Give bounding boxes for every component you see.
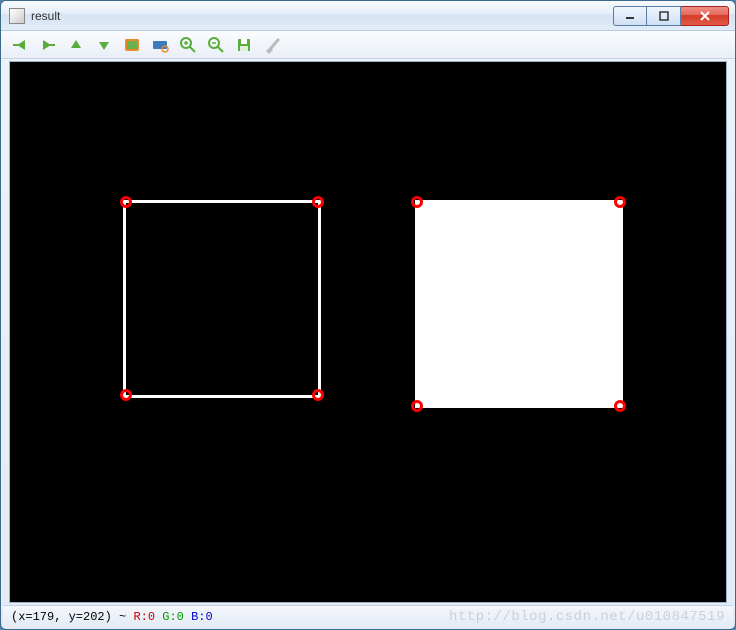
minimize-button[interactable] (613, 6, 647, 26)
home-icon[interactable] (121, 34, 143, 56)
pixel-r: R:0 (133, 610, 155, 624)
zoom-out-icon[interactable] (205, 34, 227, 56)
zoom-in-icon[interactable] (177, 34, 199, 56)
filled-square (415, 200, 623, 408)
corner-marker (614, 196, 626, 208)
app-icon (9, 8, 25, 24)
pan-icon[interactable] (149, 34, 171, 56)
app-window: result (0, 0, 736, 630)
corner-marker (120, 389, 132, 401)
pixel-g: G:0 (162, 610, 184, 624)
arrow-left-icon[interactable] (9, 34, 31, 56)
window-title: result (31, 9, 60, 23)
pixel-b: B:0 (191, 610, 213, 624)
close-button[interactable] (681, 6, 729, 26)
window-controls (613, 6, 729, 26)
arrow-down-icon[interactable] (93, 34, 115, 56)
outline-square (123, 200, 321, 398)
image-canvas[interactable] (9, 61, 727, 603)
arrow-up-icon[interactable] (65, 34, 87, 56)
save-icon[interactable] (233, 34, 255, 56)
maximize-button[interactable] (647, 6, 681, 26)
corner-marker (120, 196, 132, 208)
toolbar (1, 31, 735, 59)
corner-marker (411, 196, 423, 208)
corner-marker (312, 196, 324, 208)
separator: ~ (119, 610, 126, 624)
corner-marker (614, 400, 626, 412)
titlebar[interactable]: result (1, 1, 735, 31)
arrow-right-icon[interactable] (37, 34, 59, 56)
status-bar: (x=179, y=202) ~ R:0 G:0 B:0 (3, 605, 733, 627)
corner-marker (312, 389, 324, 401)
brush-icon[interactable] (261, 34, 283, 56)
corner-marker (411, 400, 423, 412)
cursor-coords: (x=179, y=202) (11, 610, 112, 624)
